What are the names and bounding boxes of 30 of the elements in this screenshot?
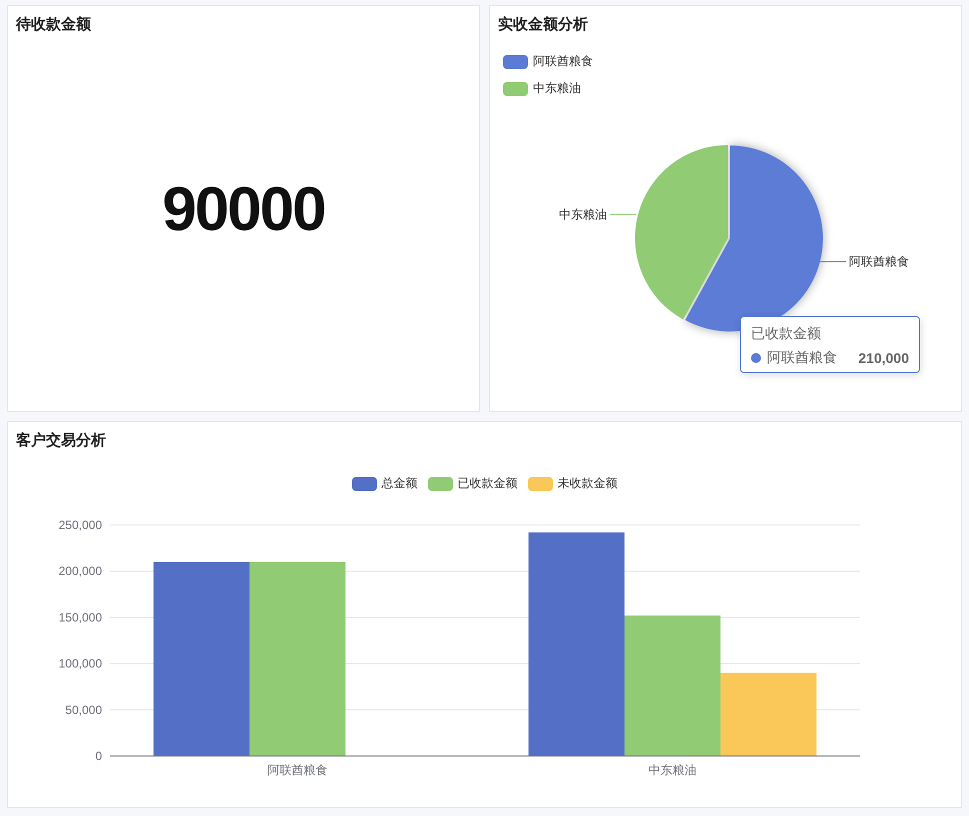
y-tick-label: 50,000 — [65, 702, 102, 717]
leader-line — [609, 214, 636, 215]
card-title: 待收款金额 — [14, 15, 92, 35]
card-title: 客户交易分析 — [15, 431, 107, 451]
legend-item[interactable]: 未收款金额 — [528, 475, 618, 492]
legend-item[interactable]: 已收款金额 — [428, 475, 518, 492]
tooltip-label: 阿联酋粮食 — [767, 349, 838, 367]
tooltip-title: 已收款金额 — [751, 325, 822, 343]
pending-amount: 90000 — [162, 179, 325, 241]
y-tick-label: 200,000 — [58, 564, 102, 578]
legend-item[interactable]: 总金额 — [352, 475, 418, 492]
bar[interactable] — [154, 562, 250, 756]
x-tick-label: 阿联酋粮食 — [268, 763, 328, 777]
card-title: 实收金额分析 — [497, 15, 589, 35]
tooltip-value: 210,000 — [858, 350, 909, 366]
y-tick-label: 150,000 — [58, 610, 102, 624]
bar[interactable] — [250, 562, 346, 756]
leader-line — [820, 261, 847, 262]
y-tick-label: 100,000 — [58, 656, 102, 671]
legend-item[interactable]: 中东粮油 — [503, 80, 581, 97]
bar[interactable] — [720, 672, 816, 756]
slice-label: 阿联酋粮食 — [849, 254, 910, 269]
bar[interactable] — [528, 532, 624, 756]
y-tick-label: 250,000 — [58, 518, 102, 532]
legend-item[interactable]: 阿联酋粮食 — [503, 53, 593, 70]
pie-slice[interactable] — [635, 145, 728, 320]
bar[interactable] — [624, 616, 720, 756]
y-tick-label: 0 — [95, 749, 102, 763]
slice-label: 中东粮油 — [558, 207, 607, 222]
x-tick-label: 中东粮油 — [648, 763, 696, 777]
